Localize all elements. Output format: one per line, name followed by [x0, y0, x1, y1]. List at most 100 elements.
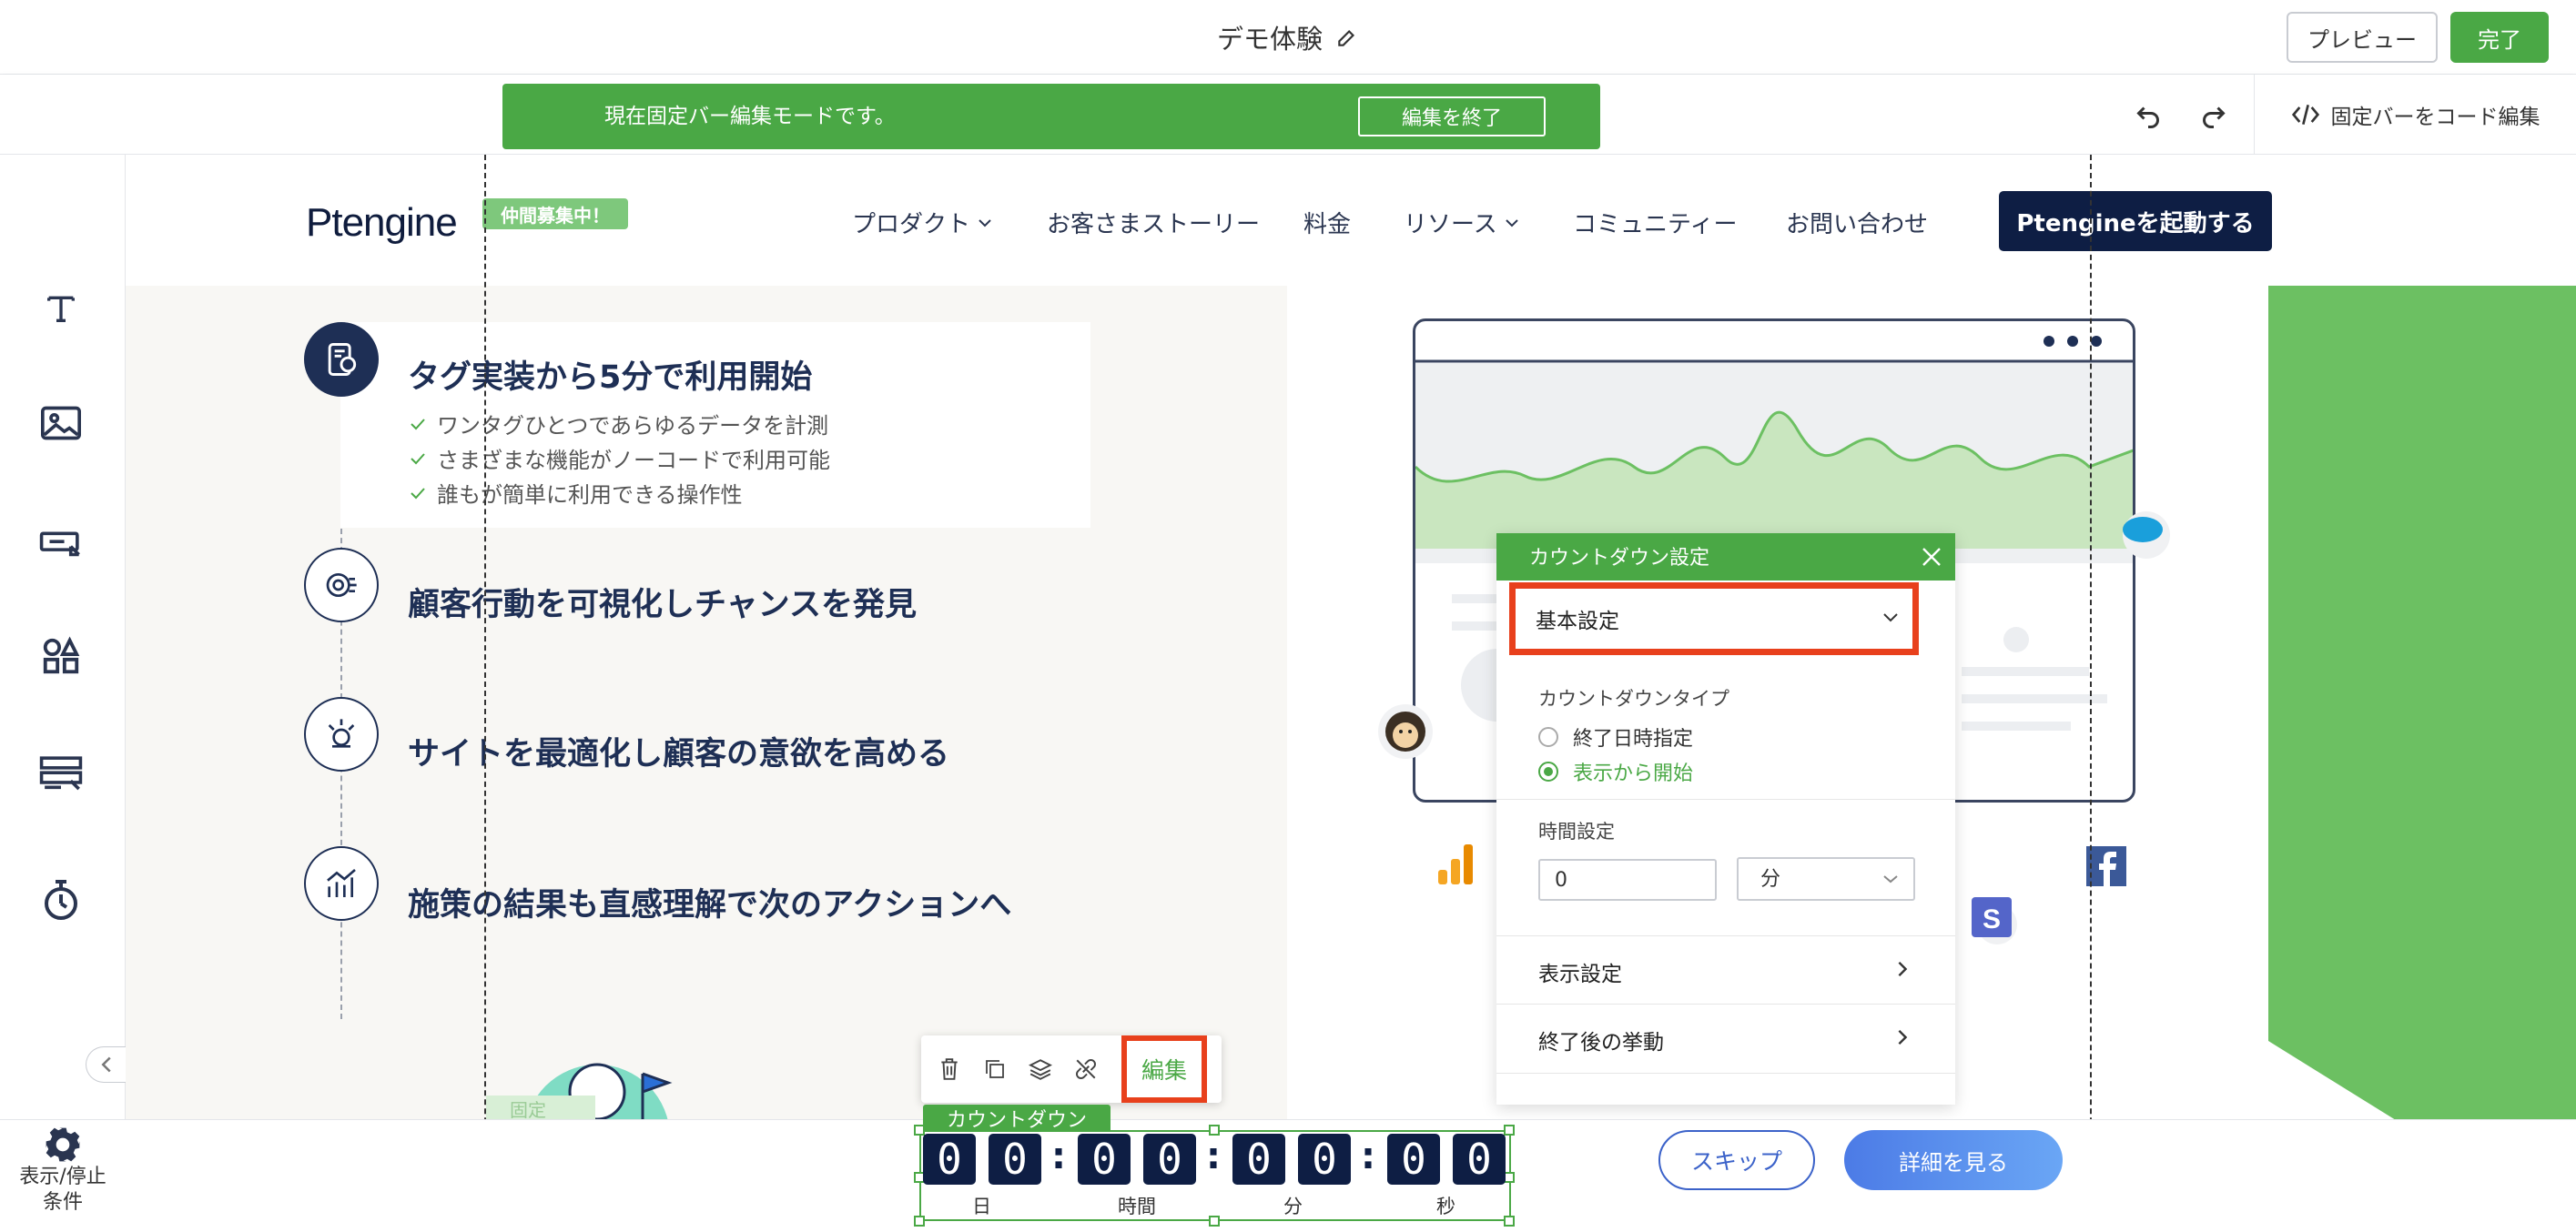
basic-settings-label: 基本設定 [1536, 610, 1619, 633]
view-details-button[interactable]: 詳細を見る [1844, 1130, 2063, 1190]
guide-line-left [484, 155, 486, 1232]
countdown-tool-icon[interactable] [33, 872, 89, 928]
close-icon[interactable] [1921, 546, 1942, 568]
nav-pricing[interactable]: 料金 [1303, 206, 1351, 239]
check-icon [411, 487, 425, 499]
basic-settings-row[interactable]: 基本設定 [1509, 582, 1919, 655]
button-tool-icon[interactable] [33, 515, 89, 571]
resize-handle[interactable] [1209, 1216, 1220, 1227]
check-item-label: さまざまな機能がノーコードで利用可能 [437, 448, 830, 473]
countdown-digit: 0 [923, 1134, 976, 1185]
time-unit-select[interactable]: 分 [1737, 857, 1915, 901]
countdown-settings-title: カウントダウン設定 [1496, 533, 1955, 581]
shapes-tool-icon[interactable] [33, 628, 89, 684]
chevron-right-icon [1898, 1029, 1908, 1045]
radio-button-selected[interactable] [1538, 762, 1558, 782]
form-tool-icon[interactable] [33, 746, 89, 803]
end-edit-button[interactable]: 編集を終了 [1358, 96, 1546, 136]
nav-stories-label: お客さまストーリー [1047, 211, 1261, 238]
countdown-settings-panel: カウントダウン設定 基本設定 カウントダウンタイプ 終了日時指定 表示から開始 … [1496, 533, 1955, 1105]
nav-product-label: プロダクト [852, 211, 971, 238]
analytics-icon [1433, 839, 1484, 890]
edit-mode-text: 現在固定バー編集モードです。 [604, 105, 896, 128]
countdown-type-label: カウントダウンタイプ [1538, 688, 1729, 710]
edit-title-icon[interactable] [1335, 25, 1359, 49]
preview-button[interactable]: プレビュー [2287, 12, 2438, 63]
radio-button[interactable] [1538, 727, 1558, 747]
time-unit-value: 分 [1760, 868, 1781, 891]
display-conditions-label-2: 条件 [42, 1191, 83, 1214]
feature-title-1: タグ実装から5分で利用開始 [408, 359, 813, 396]
site-header: Ptengine 仲間募集中！ プロダクト お客さまストーリー 料金 リソース … [126, 155, 2576, 286]
editor-canvas: Ptengine 仲間募集中！ プロダクト お客さまストーリー 料金 リソース … [126, 155, 2576, 1232]
check-icon [411, 452, 425, 464]
check-item-1: ワンタグひとつであらゆるデータを計測 [410, 408, 828, 439]
trash-icon[interactable] [934, 1054, 965, 1085]
check-item-label: ワンタグひとつであらゆるデータを計測 [437, 413, 829, 439]
collapse-sidebar-button[interactable] [86, 1046, 126, 1083]
countdown-digit: 0 [1298, 1134, 1351, 1185]
display-conditions-label-1: 表示/停止 [19, 1166, 106, 1188]
radio-from-display-label: 表示から開始 [1573, 762, 1694, 785]
radio-from-display[interactable]: 表示から開始 [1538, 757, 1693, 786]
recruit-badge[interactable]: 仲間募集中！ [482, 198, 628, 229]
launch-ptengine-button[interactable]: Ptengineを起動する [1999, 191, 2272, 251]
radio-end-date-label: 終了日時指定 [1573, 728, 1694, 751]
nav-pricing-label: 料金 [1303, 211, 1352, 238]
countdown-digit: 0 [1143, 1134, 1196, 1185]
check-icon [411, 418, 425, 429]
time-value-input[interactable]: 0 [1538, 859, 1717, 901]
top-bar: デモ体験 プレビュー 完了 [0, 0, 2576, 75]
redo-icon[interactable] [2197, 98, 2230, 131]
layers-icon[interactable] [1025, 1054, 1056, 1085]
ptengine-logo: Ptengine [306, 200, 458, 245]
resize-handle[interactable] [1504, 1216, 1515, 1227]
check-item-3: 誰もが簡単に利用できる操作性 [410, 477, 743, 509]
nav-resources[interactable]: リソース [1404, 206, 1519, 239]
feature-title-4: 施策の結果も直感理解で次のアクションへ [408, 887, 1012, 924]
resize-handle[interactable] [1209, 1125, 1220, 1136]
nav-stories[interactable]: お客さまストーリー [1047, 206, 1260, 239]
display-settings-row[interactable]: 表示設定 [1496, 935, 1955, 1005]
after-end-row[interactable]: 終了後の挙動 [1496, 1005, 1955, 1074]
check-item-2: さまざまな機能がノーコードで利用可能 [410, 442, 830, 474]
chevron-down-icon [1883, 613, 1898, 622]
duplicate-icon[interactable] [979, 1054, 1010, 1085]
unlink-icon[interactable] [1070, 1054, 1101, 1085]
s-app-icon: S [1964, 892, 2019, 946]
display-conditions-button[interactable]: 表示/停止 条件 [0, 1119, 126, 1232]
image-tool-icon[interactable] [33, 395, 89, 451]
done-button[interactable]: 完了 [2450, 12, 2549, 63]
colon-separator: : [1051, 1136, 1066, 1177]
after-end-label: 終了後の挙動 [1538, 1031, 1664, 1055]
text-tool-icon[interactable] [33, 280, 89, 337]
code-icon [2291, 102, 2320, 127]
undo-icon[interactable] [2132, 98, 2165, 131]
edit-mode-banner: 現在固定バー編集モードです。 編集を終了 [502, 84, 1600, 149]
page-title: デモ体験 [1216, 24, 1323, 55]
unit-hours: 時間 [1118, 1196, 1156, 1217]
nav-community[interactable]: コミュニティー [1573, 206, 1737, 239]
nav-contact[interactable]: お問い合わせ [1786, 206, 1928, 239]
skip-button[interactable]: スキップ [1658, 1130, 1815, 1190]
green-decoration [2268, 286, 2576, 1232]
check-item-label: 誰もが簡単に利用できる操作性 [437, 482, 743, 508]
colon-separator: : [1361, 1136, 1375, 1177]
feature-title-3: サイトを最適化し顧客の意欲を高める [408, 736, 950, 773]
code-edit-button[interactable]: 固定バーをコード編集 [2254, 75, 2576, 155]
salesforce-icon [2112, 506, 2175, 560]
edit-element-button[interactable]: 編集 [1121, 1035, 1207, 1103]
resize-handle[interactable] [914, 1216, 925, 1227]
resize-handle[interactable] [914, 1125, 925, 1136]
fixed-tag: 固定 [486, 1096, 595, 1121]
divider [1496, 799, 1955, 800]
result-feature-icon [304, 846, 379, 921]
countdown-digit: 0 [1387, 1134, 1440, 1185]
nav-product[interactable]: プロダクト [852, 206, 992, 239]
unit-minutes: 分 [1283, 1196, 1303, 1217]
radio-end-date[interactable]: 終了日時指定 [1538, 722, 1693, 752]
chevron-right-icon [1898, 961, 1908, 977]
display-settings-label: 表示設定 [1538, 963, 1622, 986]
resize-handle[interactable] [1504, 1125, 1515, 1136]
chevron-down-icon [1883, 875, 1898, 884]
